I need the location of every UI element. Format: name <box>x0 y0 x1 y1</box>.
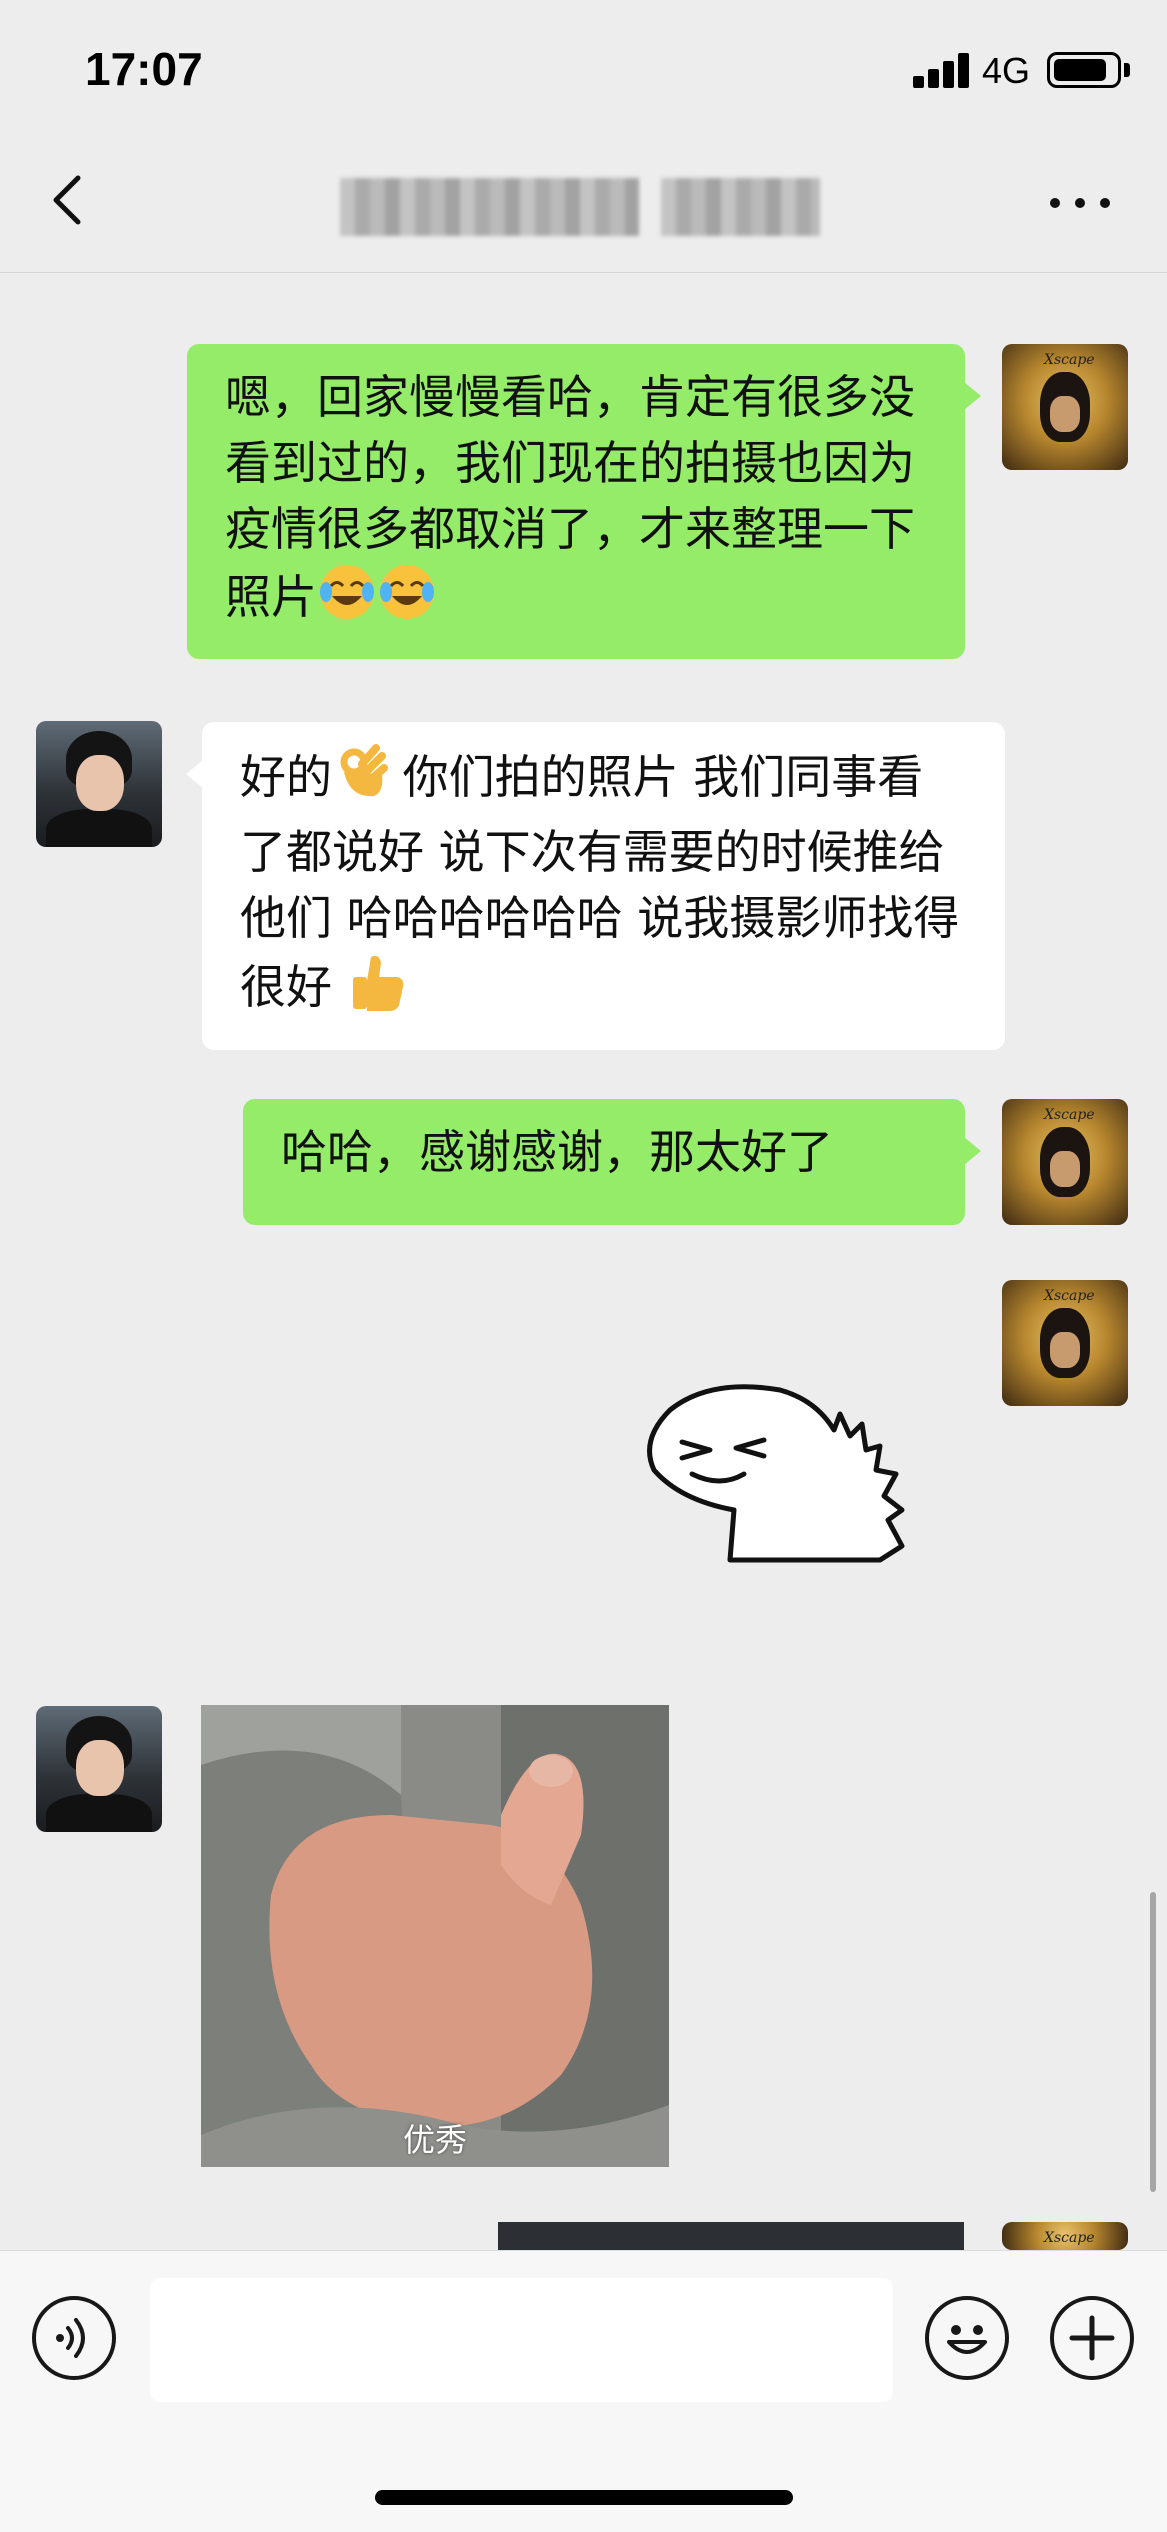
dot <box>1050 198 1060 208</box>
emoji-icon <box>947 2325 987 2354</box>
friend-avatar[interactable] <box>36 1706 162 1832</box>
battery-icon <box>1047 52 1121 88</box>
battery-tip <box>1124 63 1130 77</box>
dinosaur-laughing-sticker[interactable] <box>640 1370 920 1570</box>
laugh-cry-emoji <box>377 562 437 639</box>
nav-bar <box>0 130 1167 273</box>
message-bubble-outgoing[interactable]: 嗯，回家慢慢看哈，肯定有很多没看到过的，我们现在的拍摄也因为疫情很多都取消了，才… <box>187 344 981 659</box>
my-avatar[interactable]: Xscape <box>1002 1280 1128 1406</box>
plus-button[interactable] <box>1050 2296 1134 2380</box>
chat-title-obscured <box>340 178 820 236</box>
message-input[interactable] <box>150 2278 893 2402</box>
image-caption: 优秀 <box>402 2121 467 2159</box>
image-message-partial[interactable] <box>498 2222 964 2252</box>
message-bubble-outgoing[interactable]: 哈哈，感谢感谢，那太好了 <box>243 1099 981 1225</box>
image-message[interactable]: 优秀 <box>201 1705 669 2167</box>
scrollbar[interactable] <box>1150 1892 1156 2192</box>
thumbs-up-emoji <box>347 951 409 1030</box>
dot <box>1100 198 1110 208</box>
network-label: 4G <box>982 50 1031 91</box>
dot <box>1075 198 1085 208</box>
back-button[interactable] <box>40 170 100 230</box>
message-bubble-incoming[interactable]: 好的 你们拍的照片 我们同事看了都说好 说下次有需要的时候推给他们 哈哈哈哈哈哈… <box>186 722 1005 1050</box>
plus-icon <box>1069 2315 1115 2361</box>
my-avatar[interactable]: Xscape <box>1002 2222 1128 2250</box>
my-avatar[interactable]: Xscape <box>1002 1099 1128 1225</box>
pixelated-name <box>340 178 639 236</box>
my-avatar[interactable]: Xscape <box>1002 344 1128 470</box>
ok-hand-emoji <box>332 742 388 819</box>
pixelated-name <box>660 178 820 236</box>
emoji-button[interactable] <box>925 2296 1009 2380</box>
thumbs-up-photo <box>201 1705 669 2167</box>
more-button[interactable] <box>1048 186 1112 216</box>
status-time: 17:07 <box>85 43 203 95</box>
friend-avatar[interactable] <box>36 721 162 847</box>
status-bar: 17:07 4G <box>0 0 1167 130</box>
voice-button[interactable] <box>32 2296 116 2380</box>
message-text: 哈哈，感谢感谢，那太好了 <box>281 1125 833 1179</box>
laugh-cry-emoji <box>317 562 377 639</box>
home-indicator[interactable] <box>375 2490 793 2505</box>
message-text: 好的 <box>240 750 332 804</box>
signal-icon <box>913 52 971 88</box>
voice-icon <box>56 2318 85 2358</box>
chevron-left-icon <box>53 175 81 225</box>
